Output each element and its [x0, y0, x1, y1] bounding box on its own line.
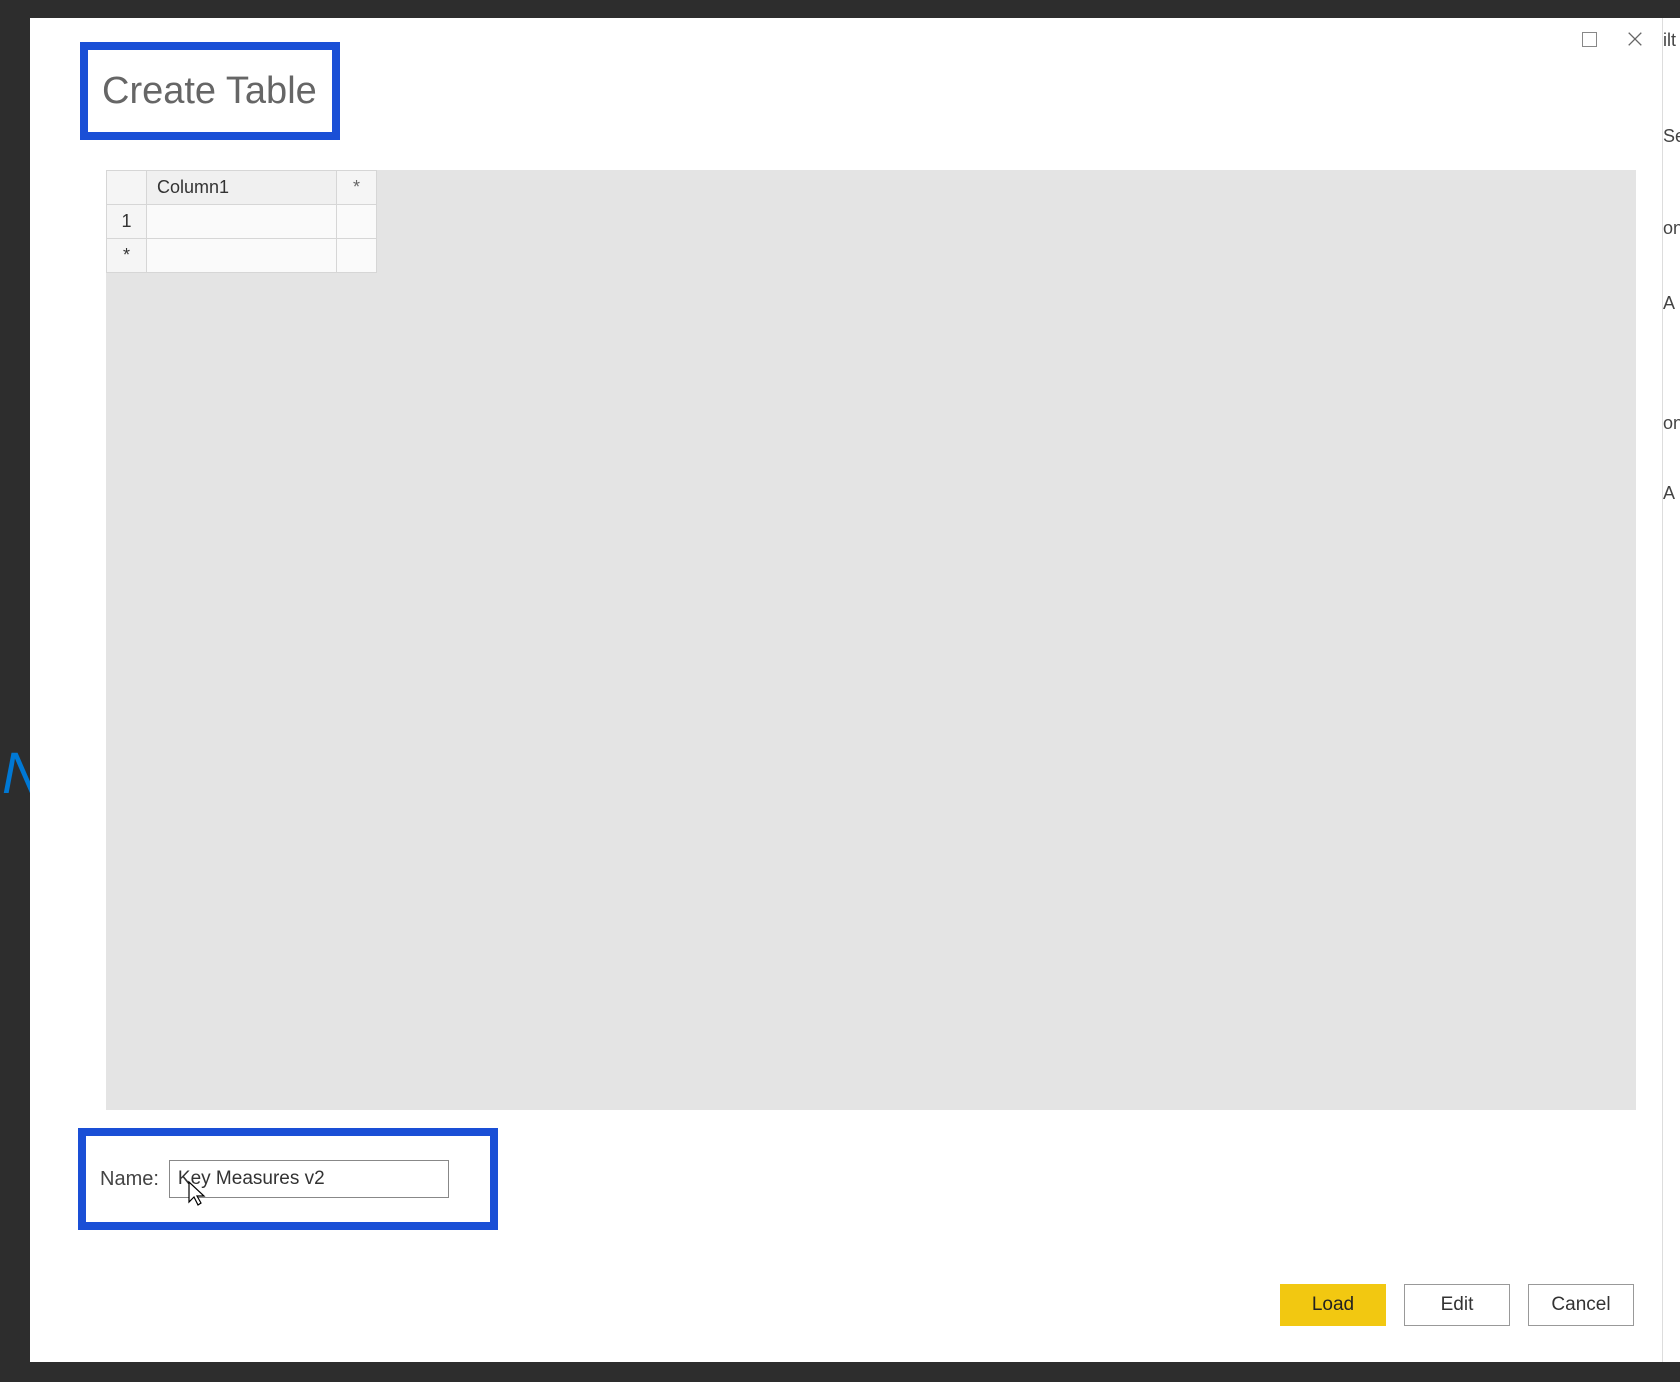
add-column-marker[interactable]: * — [337, 171, 377, 205]
table-grid-area[interactable]: Column1 * 1 * — [106, 170, 1636, 1110]
right-panel-sliver: ilt Se on A on A — [1662, 18, 1680, 1362]
maximize-icon — [1582, 32, 1597, 47]
name-highlight: Name: — [78, 1128, 498, 1230]
panel-frag: ilt — [1663, 30, 1676, 51]
panel-frag: A — [1663, 293, 1675, 314]
table-row: 1 — [107, 205, 377, 239]
window-controls — [1560, 18, 1664, 60]
add-row-marker[interactable]: * — [107, 239, 147, 273]
dialog-buttons: Load Edit Cancel — [1280, 1284, 1634, 1326]
panel-frag: on — [1663, 413, 1680, 434]
name-label: Name: — [100, 1168, 159, 1191]
dialog-title: Create Table — [88, 70, 317, 113]
corner-cell[interactable] — [107, 171, 147, 205]
row-number[interactable]: 1 — [107, 205, 147, 239]
close-icon — [1626, 29, 1644, 49]
create-table-dialog: Create Table Column1 * 1 * Name: — [30, 18, 1664, 1362]
data-cell[interactable] — [147, 205, 337, 239]
panel-frag: Se — [1663, 126, 1680, 147]
header-row: Column1 * — [107, 171, 377, 205]
name-input[interactable] — [169, 1160, 449, 1198]
panel-frag: on — [1663, 218, 1680, 239]
data-cell-new[interactable] — [147, 239, 337, 273]
column-header[interactable]: Column1 — [147, 171, 337, 205]
data-grid[interactable]: Column1 * 1 * — [106, 170, 377, 273]
cancel-button[interactable]: Cancel — [1528, 1284, 1634, 1326]
title-highlight: Create Table — [80, 42, 340, 140]
close-button[interactable] — [1626, 30, 1644, 48]
edit-button[interactable]: Edit — [1404, 1284, 1510, 1326]
data-cell-extra[interactable] — [337, 205, 377, 239]
panel-frag: A — [1663, 483, 1675, 504]
add-row: * — [107, 239, 377, 273]
maximize-button[interactable] — [1580, 30, 1598, 48]
load-button[interactable]: Load — [1280, 1284, 1386, 1326]
data-cell-new-extra[interactable] — [337, 239, 377, 273]
